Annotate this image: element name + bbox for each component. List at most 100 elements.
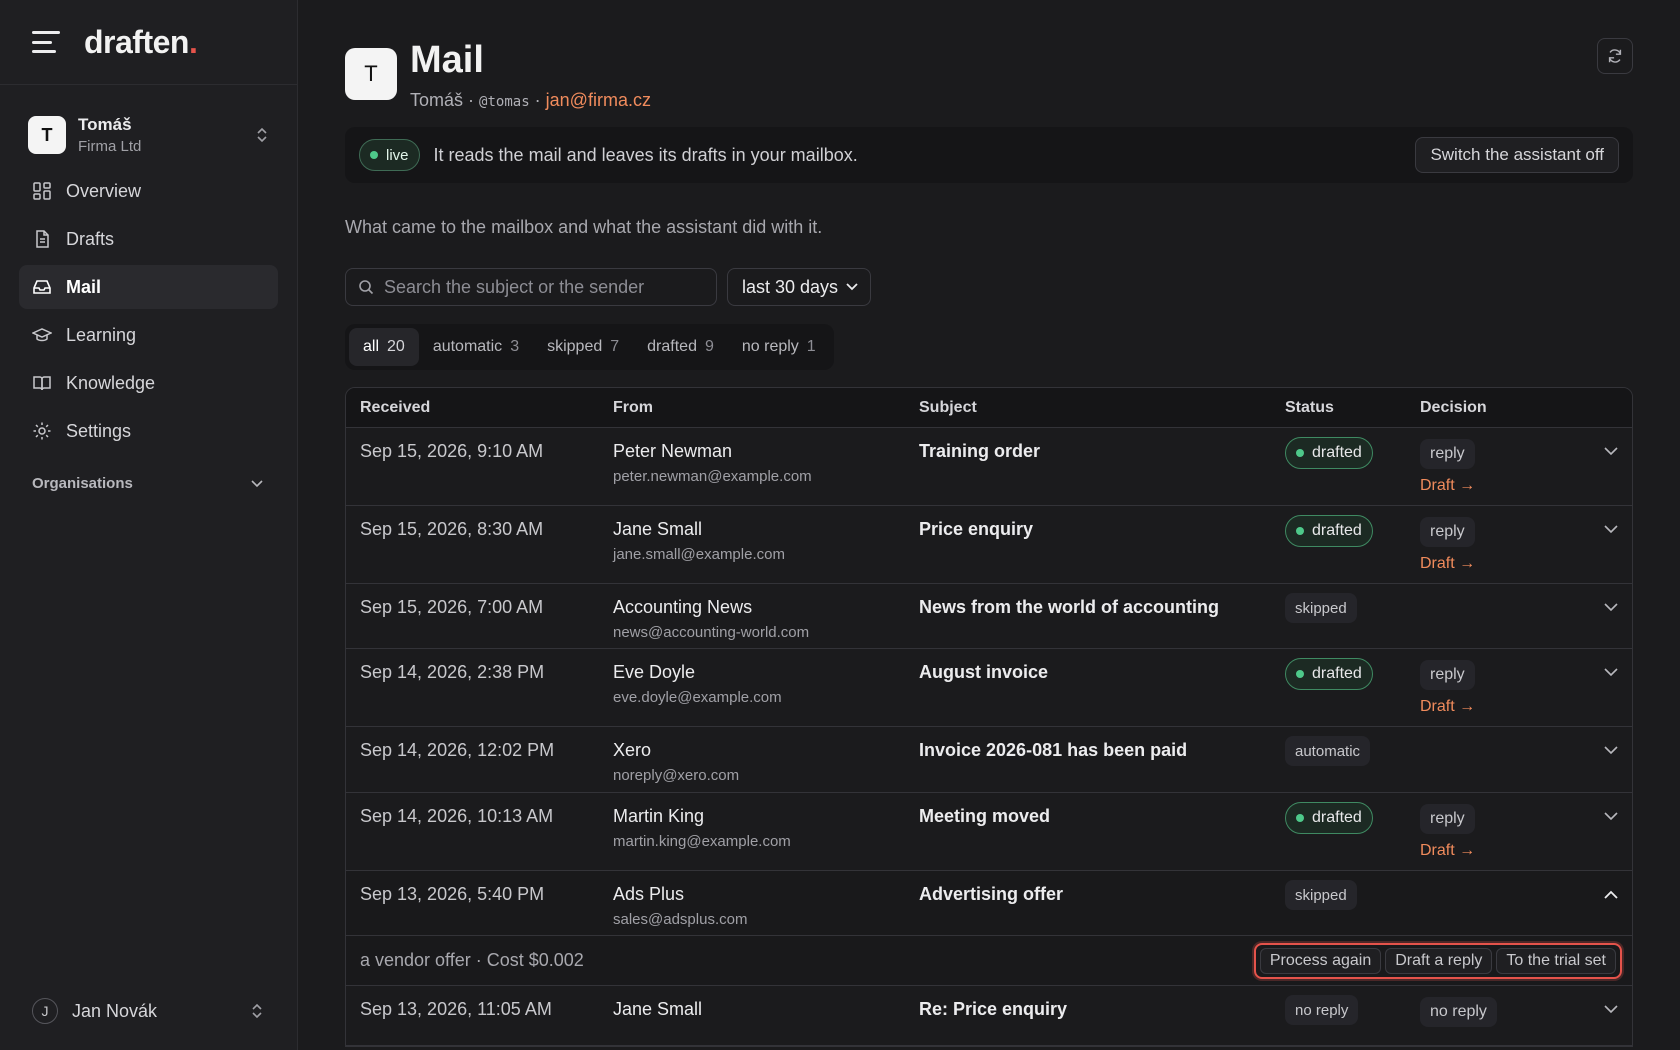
column-status[interactable]: Status <box>1285 399 1420 417</box>
sidebar-item-label: Learning <box>66 324 137 345</box>
tab-no-reply[interactable]: no reply 1 <box>728 328 830 366</box>
table-row[interactable]: Sep 14, 2026, 10:13 AM Martin King martin.… <box>346 793 1632 871</box>
decision-badge: no reply <box>1420 997 1497 1027</box>
table-row[interactable]: Sep 13, 2026, 5:40 PM Ads Plus sales@adspl… <box>346 871 1632 936</box>
draft-link[interactable]: Draft → <box>1420 842 1570 860</box>
status-badge: drafted <box>1285 437 1373 469</box>
draft-reply-button[interactable]: Draft a reply <box>1385 947 1493 974</box>
tab-skipped[interactable]: skipped 7 <box>533 328 633 366</box>
refresh-button[interactable] <box>1597 38 1633 74</box>
account-name: Tomáš <box>78 115 132 134</box>
status-badge: drafted <box>1285 515 1373 547</box>
chevron-down-icon[interactable] <box>1604 1005 1618 1014</box>
avatar: J <box>32 998 58 1024</box>
draft-link[interactable]: Draft → <box>1420 555 1570 573</box>
draft-link[interactable]: Draft → <box>1420 477 1570 495</box>
chevron-down-icon <box>251 479 263 487</box>
inbox-icon <box>33 280 51 294</box>
mail-subject: News from the world of accounting <box>919 597 1220 617</box>
table-row[interactable]: Sep 14, 2026, 2:38 PM Eve Doyle eve.doyle@… <box>346 649 1632 727</box>
status-badge: skipped <box>1285 593 1357 623</box>
mail-subject: August invoice <box>919 662 1049 682</box>
received-date: Sep 15, 2026, 9:10 AM <box>360 441 544 461</box>
account-switcher[interactable]: T Tomáš Firma Ltd <box>0 85 297 169</box>
chevron-updown-icon <box>252 1003 262 1019</box>
sidebar-item-label: Drafts <box>66 228 115 249</box>
expand-toggle[interactable] <box>1570 662 1632 682</box>
tab-drafted[interactable]: drafted 9 <box>633 328 728 366</box>
document-icon <box>36 230 49 248</box>
sender-name: Eve Doyle <box>613 662 696 682</box>
sender-email: news@accounting-world.com <box>613 624 810 641</box>
column-from[interactable]: From <box>613 399 919 417</box>
status-badge: automatic <box>1285 736 1371 766</box>
sender-name: Peter Newman <box>613 441 733 461</box>
expand-toggle[interactable] <box>1570 806 1632 826</box>
row-detail: a vendor offer · Cost $0.002 Process agai… <box>346 936 1632 986</box>
logo[interactable]: draften. <box>84 24 198 61</box>
owner-email[interactable]: jan@firma.cz <box>546 90 651 110</box>
period-select[interactable]: last 30 days <box>727 268 871 306</box>
switch-assistant-off-button[interactable]: Switch the assistant off <box>1415 137 1619 173</box>
process-again-button[interactable]: Process again <box>1259 947 1382 974</box>
organisations-label: Organisations <box>32 475 133 492</box>
sender-name: Accounting News <box>613 597 753 617</box>
chevron-updown-icon <box>255 126 269 144</box>
sidebar-item-settings[interactable]: Settings <box>19 409 278 453</box>
graduation-cap-icon <box>32 328 52 342</box>
search-placeholder: Search the subject or the sender <box>384 276 645 297</box>
menu-icon[interactable] <box>32 31 60 53</box>
search-icon <box>359 280 374 295</box>
column-received[interactable]: Received <box>346 399 613 417</box>
trial-set-button[interactable]: To the trial set <box>1496 947 1616 974</box>
sender-name: Jane Small <box>613 519 703 539</box>
owner-handle: @tomas <box>479 94 530 110</box>
expand-toggle[interactable] <box>1570 884 1632 904</box>
user-menu[interactable]: J Jan Novák <box>32 998 263 1024</box>
page-caption: What came to the mailbox and what the as… <box>345 217 823 237</box>
sidebar-item-learning[interactable]: Learning <box>19 313 278 357</box>
chevron-down-icon[interactable] <box>1604 668 1618 677</box>
sidebar-nav: Overview Drafts Mail Learning Knowledge … <box>0 169 297 453</box>
sidebar-item-drafts[interactable]: Drafts <box>19 217 278 261</box>
table-row[interactable]: Sep 15, 2026, 9:10 AM Peter Newman peter.n… <box>346 428 1632 506</box>
sidebar-item-overview[interactable]: Overview <box>19 169 278 213</box>
status-badge: live <box>359 139 420 171</box>
draft-link[interactable]: Draft → <box>1420 698 1570 716</box>
expand-toggle[interactable] <box>1570 740 1632 760</box>
expand-toggle[interactable] <box>1570 441 1632 461</box>
organisations-toggle[interactable]: Organisations <box>0 457 297 492</box>
status-badge: drafted <box>1285 658 1373 690</box>
gear-icon <box>33 422 51 440</box>
table-row[interactable]: Sep 13, 2026, 11:05 AM Jane Small Re: Pric… <box>346 986 1632 1046</box>
column-subject[interactable]: Subject <box>919 399 1285 417</box>
detail-summary: a vendor offer · Cost $0.002 <box>360 950 584 970</box>
sidebar-item-knowledge[interactable]: Knowledge <box>19 361 278 405</box>
table-row[interactable]: Sep 14, 2026, 12:02 PM Xero noreply@xero.c… <box>346 727 1632 793</box>
search-input[interactable]: Search the subject or the sender <box>345 268 717 306</box>
sender-name: Ads Plus <box>613 884 685 904</box>
expand-toggle[interactable] <box>1570 519 1632 539</box>
sidebar-item-mail[interactable]: Mail <box>19 265 278 309</box>
page-header: T Mail Tomáš · @tomas · jan@firma.cz <box>345 0 1633 111</box>
expand-toggle[interactable] <box>1570 999 1632 1019</box>
mail-subject: Training order <box>919 441 1041 461</box>
table-row[interactable]: Sep 15, 2026, 8:30 AM Jane Small jane.smal… <box>346 506 1632 584</box>
chevron-down-icon[interactable] <box>1604 603 1618 612</box>
tab-all[interactable]: all 20 <box>349 328 419 366</box>
chevron-up-icon[interactable] <box>1604 890 1618 899</box>
decision-badge: reply <box>1420 660 1475 690</box>
table-row[interactable]: Sep 15, 2026, 7:00 AM Accounting News news… <box>346 584 1632 649</box>
tab-automatic[interactable]: automatic 3 <box>419 328 533 366</box>
chevron-down-icon[interactable] <box>1604 447 1618 456</box>
received-date: Sep 14, 2026, 10:13 AM <box>360 806 554 826</box>
received-date: Sep 14, 2026, 12:02 PM <box>360 740 555 760</box>
chevron-down-icon[interactable] <box>1604 746 1618 755</box>
chevron-down-icon <box>846 283 858 291</box>
expand-toggle[interactable] <box>1570 597 1632 617</box>
chevron-down-icon[interactable] <box>1604 812 1618 821</box>
sender-name: Jane Small <box>613 999 703 1019</box>
sidebar-item-label: Mail <box>66 276 102 297</box>
column-decision[interactable]: Decision <box>1420 399 1570 417</box>
chevron-down-icon[interactable] <box>1604 525 1618 534</box>
